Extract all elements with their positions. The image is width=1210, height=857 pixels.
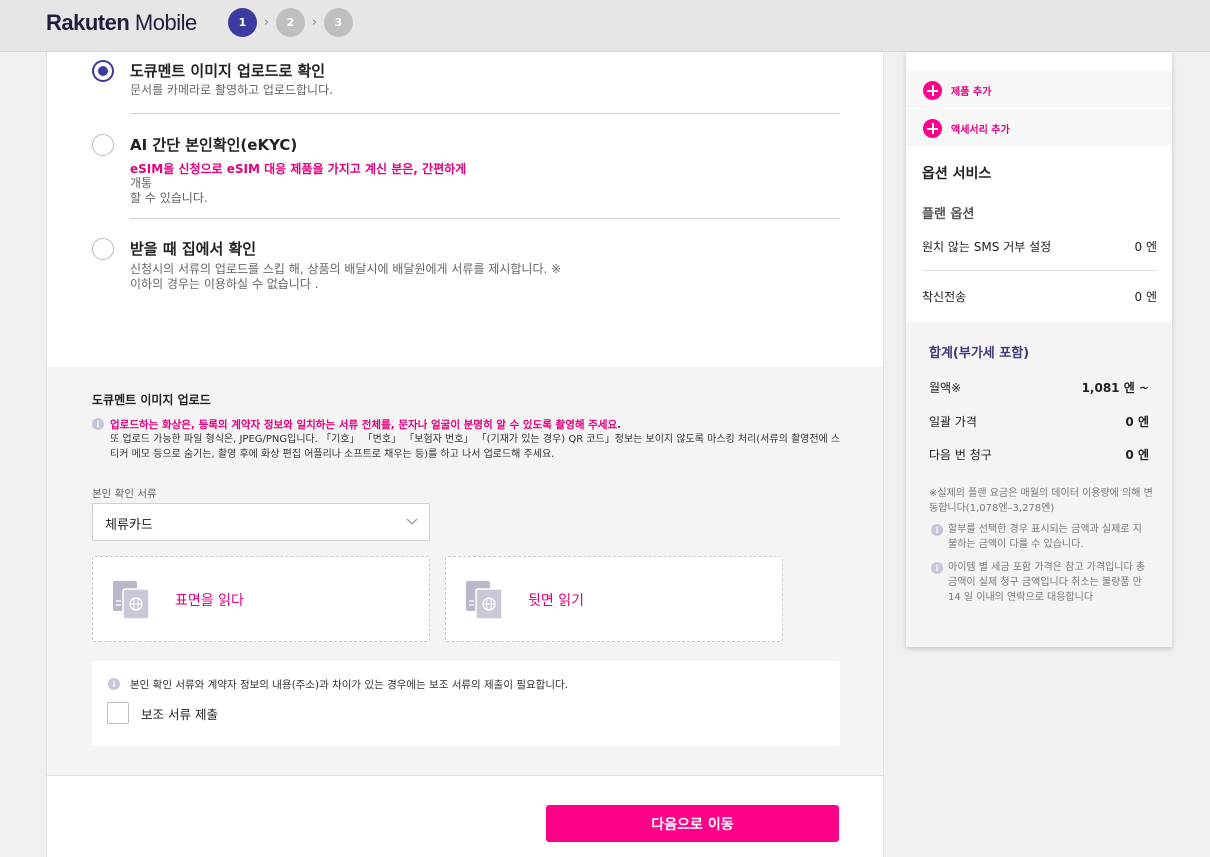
- passport-icon: [113, 581, 150, 620]
- call-forward-row: 착신전송 0 엔: [922, 288, 1157, 305]
- logo-bold: Rakuten: [46, 10, 130, 35]
- add-accessory-button[interactable]: 액세서리 추가: [906, 109, 1172, 146]
- back-upload-dropzone[interactable]: 뒷면 읽기: [445, 556, 783, 642]
- option-ekyc[interactable]: AI 간단 본인확인(eKYC) eSIM을 신청으로 eSIM 대응 제품을 …: [92, 134, 840, 205]
- option-service-heading: 옵션 서비스: [922, 166, 992, 182]
- info-icon: i: [108, 678, 120, 690]
- row-value: 1,081 엔 ~: [1081, 381, 1149, 395]
- front-upload-label: 표면을 읽다: [175, 593, 244, 609]
- radio-document-upload[interactable]: [92, 60, 114, 82]
- row-value: 0 엔: [1134, 290, 1158, 304]
- header: Rakuten Mobile 1 › 2 › 3: [0, 0, 1210, 52]
- option-desc-line2: 할 수 있습니다.: [130, 191, 208, 205]
- add-product-button[interactable]: 제품 추가: [906, 71, 1172, 108]
- plus-circle-icon: [923, 119, 942, 138]
- row-label: 월액※: [929, 381, 962, 395]
- plus-circle-icon: [923, 81, 942, 100]
- option-title: 받을 때 집에서 확인: [130, 240, 257, 258]
- main-panel: 도큐멘트 이미지 업로드로 확인 문서를 카메라로 촬영하고 업로드합니다. A…: [46, 52, 884, 857]
- option-home-check[interactable]: 받을 때 집에서 확인 신청시의 서류의 업로드를 스킵 해, 상품의 배달시에…: [92, 238, 840, 298]
- divider: [130, 218, 840, 219]
- step-indicator: 1 › 2 › 3: [228, 8, 353, 37]
- id-document-select[interactable]: 체류카드: [92, 503, 430, 541]
- plan-option-heading: 플랜 옵션: [922, 207, 975, 222]
- divider: [922, 270, 1157, 271]
- row-label: 다음 번 청구: [929, 448, 992, 462]
- upload-title: 도큐멘트 이미지 업로드: [92, 393, 211, 407]
- lump-sum-row: 일괄 가격 0 엔: [929, 413, 1149, 430]
- plan-fee-note: ※실제의 플랜 요금은 매월의 데이터 이용량에 의해 변동합니다(1,078엔…: [929, 488, 1153, 514]
- supplementary-note: 본인 확인 서류와 계약자 정보의 내용(주소)과 차이가 있는 경우에는 보조…: [130, 679, 568, 691]
- logo-light: Mobile: [129, 10, 197, 35]
- info-icon: i: [92, 418, 104, 430]
- select-value: 체류카드: [105, 518, 153, 533]
- row-label: 착신전송: [922, 290, 967, 304]
- upload-warning: 업로드하는 화상은, 등록의 계약자 정보와 일치하는 서류 전체를, 문자나 …: [110, 419, 622, 431]
- rakuten-mobile-logo[interactable]: Rakuten Mobile: [46, 10, 197, 36]
- installment-note: 할부를 선택한 경우 표시되는 금액과 실제로 지불하는 금액이 다를 수 있습…: [948, 524, 1142, 550]
- supplementary-checkbox[interactable]: [107, 702, 129, 724]
- back-upload-label: 뒷면 읽기: [528, 593, 584, 609]
- radio-home-check[interactable]: [92, 238, 114, 260]
- front-upload-dropzone[interactable]: 표면을 읽다: [92, 556, 430, 642]
- step-3: 3: [324, 8, 353, 37]
- divider: [130, 113, 840, 114]
- chevron-right-icon: ›: [263, 15, 270, 30]
- option-title: AI 간단 본인확인(eKYC): [130, 136, 298, 154]
- document-upload-section: 도큐멘트 이미지 업로드 i 업로드하는 화상은, 등록의 계약자 정보와 일치…: [47, 367, 883, 775]
- tax-price-note: 아이템 별 세금 포함 가격은 참고 가격입니다 총 금액이 실제 청구 금액입…: [948, 562, 1146, 603]
- supplementary-checkbox-label[interactable]: 보조 서류 제출: [141, 704, 218, 723]
- total-title: 합계(부가세 포함): [929, 346, 1030, 361]
- supplementary-document-box: i 본인 확인 서류와 계약자 정보의 내용(주소)과 차이가 있는 경우에는 …: [92, 661, 840, 746]
- row-label: 원치 않는 SMS 거부 설정: [922, 240, 1052, 254]
- option-title: 도큐멘트 이미지 업로드로 확인: [130, 62, 326, 80]
- option-desc-line1: 신청시의 서류의 업로드를 스킵 해, 상품의 배달시에 배달원에게 서류를 제…: [130, 262, 562, 276]
- option-document-upload[interactable]: 도큐멘트 이미지 업로드로 확인 문서를 카메라로 촬영하고 업로드합니다.: [92, 60, 840, 110]
- option-desc-line1: 개통: [130, 176, 153, 190]
- chevron-down-icon: [406, 518, 418, 525]
- upload-note: 또 업로드 가능한 파일 형식은, JPEG/PNG입니다. 「기호」 「번호」…: [110, 434, 841, 460]
- passport-icon: [466, 581, 503, 620]
- option-highlight: eSIM을 신청으로 eSIM 대응 제품을 가지고 계신 분은, 간편하게: [130, 162, 467, 176]
- radio-ekyc[interactable]: [92, 134, 114, 156]
- total-section: 합계(부가세 포함) 월액※ 1,081 엔 ~ 일괄 가격 0 엔 다음 번 …: [906, 322, 1172, 647]
- order-summary-sidebar: 제품 추가 액세서리 추가 옵션 서비스 플랜 옵션 원치 않는 SMS 거부 …: [906, 52, 1172, 647]
- row-value: 0 엔: [1134, 240, 1158, 254]
- divider: [47, 775, 883, 776]
- option-desc-line2: 이하의 경우는 이용하실 수 없습니다 .: [130, 277, 319, 291]
- sms-reject-row: 원치 않는 SMS 거부 설정 0 엔: [922, 238, 1157, 255]
- step-1: 1: [228, 8, 257, 37]
- chevron-right-icon: ›: [311, 15, 318, 30]
- info-icon: i: [931, 562, 943, 574]
- row-value: 0 엔: [1125, 415, 1149, 429]
- add-product-label: 제품 추가: [951, 87, 992, 98]
- monthly-row: 월액※ 1,081 엔 ~: [929, 379, 1149, 396]
- id-document-label: 본인 확인 서류: [92, 488, 157, 500]
- next-button[interactable]: 다음으로 이동: [546, 805, 839, 842]
- row-label: 일괄 가격: [929, 415, 977, 429]
- option-desc: 문서를 카메라로 촬영하고 업로드합니다.: [130, 83, 333, 97]
- info-icon: i: [931, 524, 943, 536]
- step-2: 2: [276, 8, 305, 37]
- add-accessory-label: 액세서리 추가: [951, 125, 1010, 136]
- next-billing-row: 다음 번 청구 0 엔: [929, 446, 1149, 463]
- row-value: 0 엔: [1125, 448, 1149, 462]
